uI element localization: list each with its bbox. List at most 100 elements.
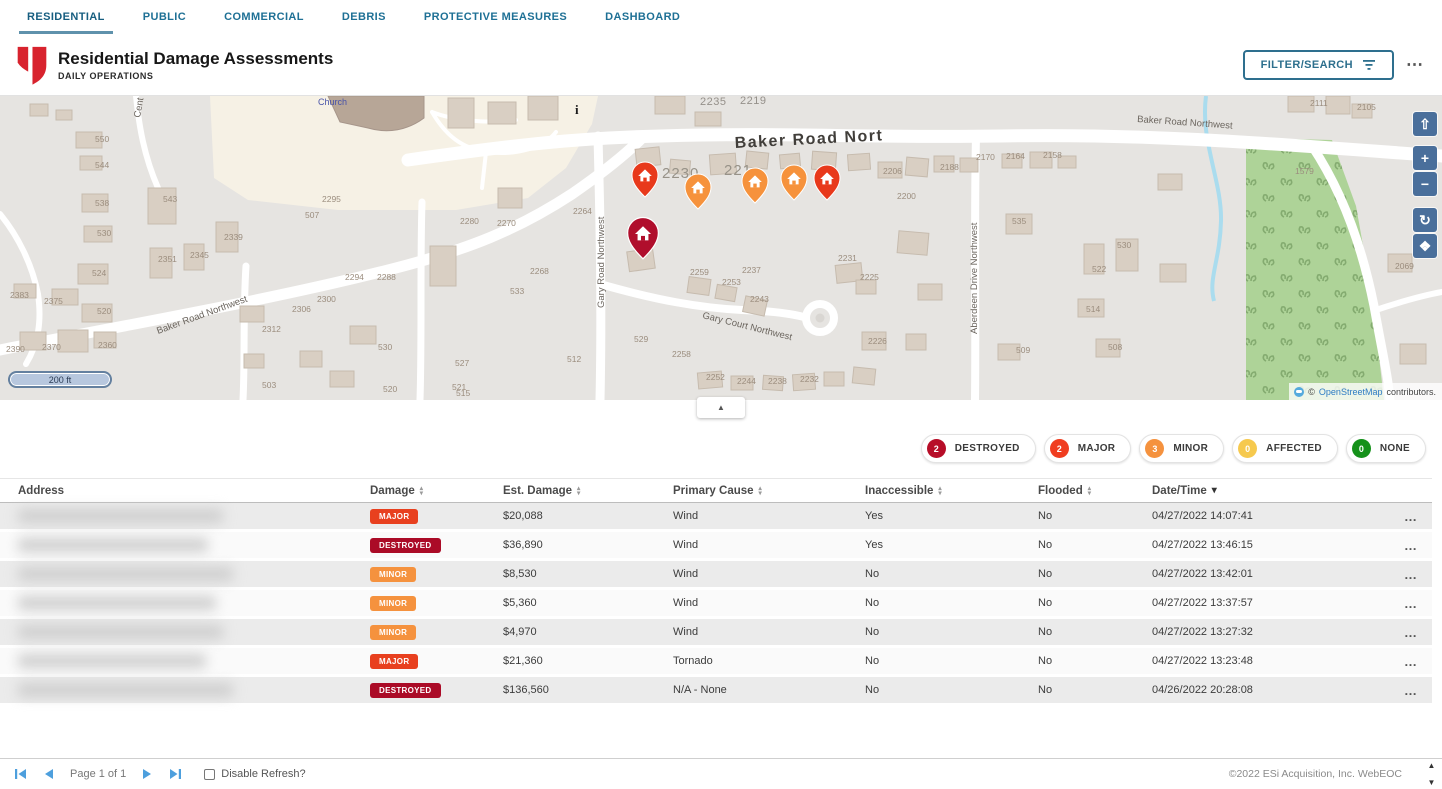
col-datetime[interactable]: Date/Time▾	[1152, 485, 1392, 497]
table-row[interactable]: MAJOR $20,088 Wind Yes No 04/27/2022 14:…	[0, 503, 1432, 532]
table-row[interactable]: MAJOR $21,360 Tornado No No 04/27/2022 1…	[0, 648, 1432, 677]
table-body: MAJOR $20,088 Wind Yes No 04/27/2022 14:…	[0, 503, 1432, 706]
map-label: 2295	[322, 194, 341, 204]
map[interactable]: Baker Road NortBaker Road NorthwestBaker…	[0, 96, 1442, 400]
map-label: 530	[97, 228, 111, 238]
tab-public[interactable]: PUBLIC	[141, 0, 188, 34]
map-label: 503	[262, 380, 276, 390]
map-label: 2243	[750, 294, 769, 304]
map-label: 2069	[1395, 261, 1414, 271]
header-more-button[interactable]: ⋯	[1406, 55, 1424, 75]
next-page-button[interactable]	[142, 768, 153, 780]
legend-destroyed[interactable]: 2 DESTROYED	[921, 434, 1036, 463]
map-zoom-out-button[interactable]: −	[1413, 172, 1437, 196]
map-label: 507	[305, 210, 319, 220]
disable-refresh-checkbox[interactable]	[204, 769, 215, 780]
map-locate-button[interactable]: ❖	[1413, 234, 1437, 258]
assessments-table: Address Damage▴▾ Est. Damage▴▾ Primary C…	[0, 478, 1442, 706]
row-menu-button[interactable]: …	[1392, 683, 1432, 698]
col-primary-cause[interactable]: Primary Cause▴▾	[673, 485, 865, 497]
scrollbar[interactable]: ▲ ▼	[1424, 761, 1439, 787]
table-row[interactable]: DESTROYED $136,560 N/A - None No No 04/2…	[0, 677, 1432, 706]
col-address[interactable]: Address	[18, 485, 370, 497]
tab-protective-measures[interactable]: PROTECTIVE MEASURES	[422, 0, 569, 34]
map-label: Gary Road Northwest	[596, 216, 607, 308]
row-menu-button[interactable]: …	[1392, 596, 1432, 611]
osm-flag-icon	[1294, 387, 1304, 397]
map-label: 527	[455, 358, 469, 368]
row-menu-button[interactable]: …	[1392, 509, 1432, 524]
none-count-badge: 0	[1352, 439, 1371, 458]
tab-debris[interactable]: DEBRIS	[340, 0, 388, 34]
tab-residential[interactable]: RESIDENTIAL	[25, 0, 107, 34]
legend-affected[interactable]: 0 AFFECTED	[1232, 434, 1338, 463]
col-inaccessible[interactable]: Inaccessible▴▾	[865, 485, 1038, 497]
map-label: 2170	[976, 152, 995, 162]
row-menu-button[interactable]: …	[1392, 538, 1432, 553]
first-page-button[interactable]	[14, 768, 27, 780]
map-label: 2253	[722, 277, 741, 287]
row-menu-button[interactable]: …	[1392, 654, 1432, 669]
map-label: 2345	[190, 250, 209, 260]
prev-page-button[interactable]	[43, 768, 54, 780]
map-label: 1579	[1295, 166, 1314, 176]
col-flooded[interactable]: Flooded▴▾	[1038, 485, 1152, 497]
tab-commercial[interactable]: COMMERCIAL	[222, 0, 306, 34]
map-label: 2188	[940, 162, 959, 172]
page-subtitle: DAILY OPERATIONS	[58, 71, 1243, 81]
map-label: 2252	[706, 372, 725, 382]
map-label: 2294	[345, 272, 364, 282]
map-label: 520	[97, 306, 111, 316]
col-damage[interactable]: Damage▴▾	[370, 485, 503, 497]
map-pan-up-button[interactable]: ⇧	[1413, 112, 1437, 136]
legend-none[interactable]: 0 NONE	[1346, 434, 1426, 463]
scroll-up-icon[interactable]: ▲	[1428, 761, 1436, 770]
map-label: 550	[95, 134, 109, 144]
map-label: 520	[383, 384, 397, 394]
table-row[interactable]: DESTROYED $36,890 Wind Yes No 04/27/2022…	[0, 532, 1432, 561]
map-label: 2259	[690, 267, 709, 277]
redacted-address	[18, 567, 233, 581]
map-label: 2270	[497, 218, 516, 228]
map-collapse-toggle[interactable]: ▲	[697, 397, 745, 418]
map-label: 543	[163, 194, 177, 204]
map-label: Aberdeen Drive Northwest	[969, 222, 980, 334]
first-page-icon	[14, 768, 27, 780]
map-label: 2300	[317, 294, 336, 304]
legend-major[interactable]: 2 MAJOR	[1044, 434, 1132, 463]
filter-search-button[interactable]: FILTER/SEARCH	[1243, 50, 1394, 80]
sort-icon: ▴▾	[420, 486, 423, 496]
damage-badge: DESTROYED	[370, 538, 441, 553]
tab-dashboard[interactable]: DASHBOARD	[603, 0, 682, 34]
row-menu-button[interactable]: …	[1392, 625, 1432, 640]
table-row[interactable]: MINOR $5,360 Wind No No 04/27/2022 13:37…	[0, 590, 1432, 619]
col-est-damage[interactable]: Est. Damage▴▾	[503, 485, 673, 497]
copyright-text: ©2022 ESi Acquisition, Inc. WebEOC	[1229, 768, 1402, 780]
table-row[interactable]: MINOR $4,970 Wind No No 04/27/2022 13:27…	[0, 619, 1432, 648]
map-label: 2238	[768, 376, 787, 386]
disable-refresh-label: Disable Refresh?	[221, 768, 305, 780]
redacted-address	[18, 596, 216, 610]
map-label: 2237	[742, 265, 761, 275]
map-label: 530	[1117, 240, 1131, 250]
scroll-down-icon[interactable]: ▼	[1428, 778, 1436, 787]
row-menu-button[interactable]: …	[1392, 567, 1432, 582]
map-zoom-in-button[interactable]: +	[1413, 146, 1437, 170]
map-label: 522	[1092, 264, 1106, 274]
damage-badge: MINOR	[370, 625, 416, 640]
map-label: 535	[1012, 216, 1026, 226]
map-refresh-button[interactable]: ↻	[1413, 208, 1437, 232]
last-page-button[interactable]	[169, 768, 182, 780]
damage-badge: MINOR	[370, 596, 416, 611]
last-page-icon	[169, 768, 182, 780]
major-count-badge: 2	[1050, 439, 1069, 458]
map-label: 2105	[1357, 102, 1376, 112]
map-label: i	[575, 102, 579, 117]
map-attribution: © OpenStreetMap contributors.	[1289, 383, 1442, 400]
legend-minor[interactable]: 3 MINOR	[1139, 434, 1224, 463]
table-row[interactable]: MINOR $8,530 Wind No No 04/27/2022 13:42…	[0, 561, 1432, 590]
map-roundabout	[806, 304, 834, 332]
map-label: 2306	[292, 304, 311, 314]
map-label: 2258	[672, 349, 691, 359]
osm-link[interactable]: OpenStreetMap	[1319, 387, 1383, 397]
